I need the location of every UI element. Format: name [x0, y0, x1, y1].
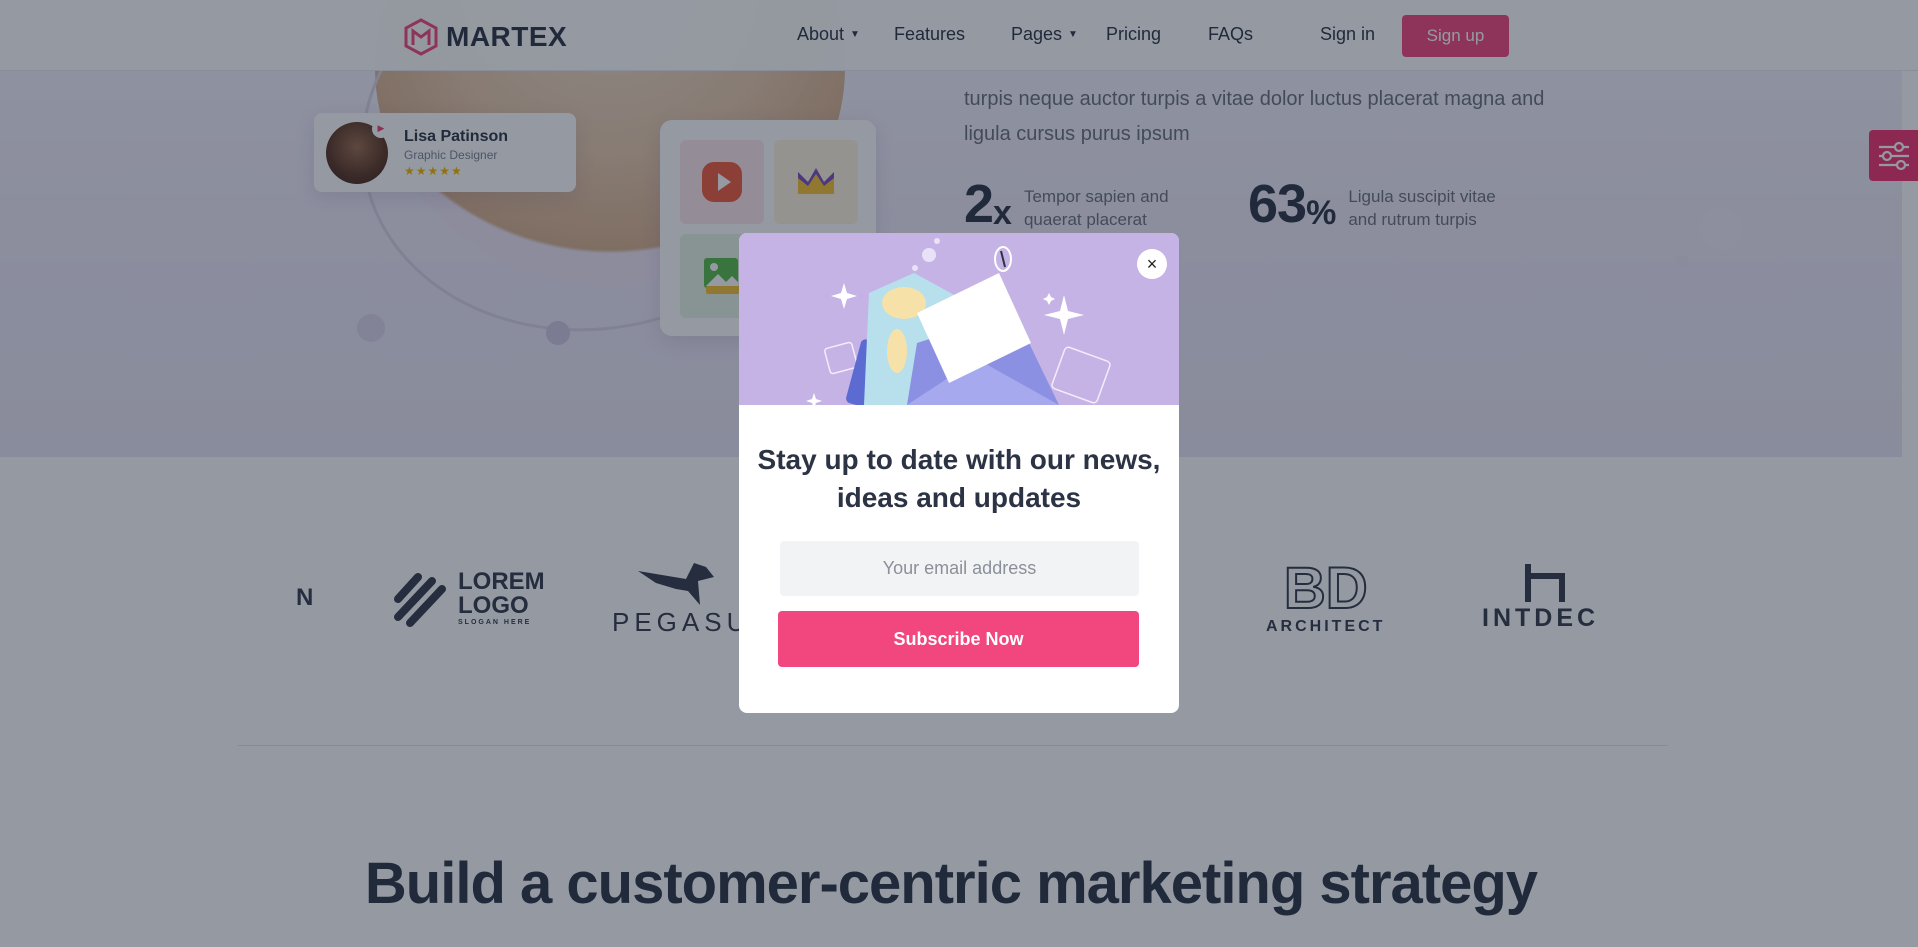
close-modal-button[interactable]: × [1137, 249, 1167, 279]
email-input[interactable] [780, 541, 1139, 596]
envelope-illustration-icon [806, 238, 1111, 405]
newsletter-modal: × Stay up to date with our news, ideas a… [739, 233, 1179, 713]
modal-banner-illustration [739, 233, 1179, 405]
modal-title: Stay up to date with our news, ideas and… [757, 444, 1161, 513]
subscribe-button[interactable]: Subscribe Now [778, 611, 1139, 667]
